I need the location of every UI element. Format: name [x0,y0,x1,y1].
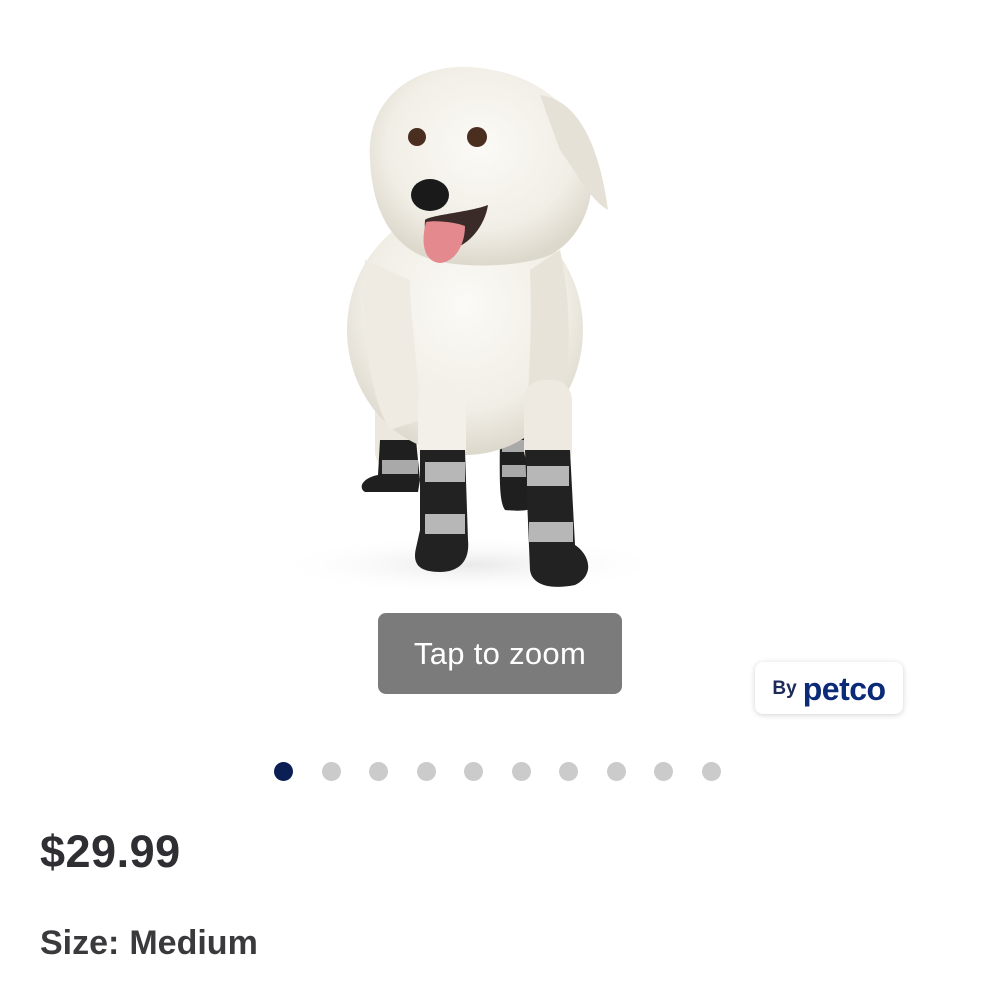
brand-logo-text: petco [802,670,886,707]
brand-prefix: By [772,678,797,699]
brand-badge: By petco [755,662,903,714]
carousel-dot-10[interactable] [701,762,721,781]
size-value: Medium [129,924,258,962]
product-price: $29.99 [40,826,181,877]
product-image-carousel[interactable]: Tap to zoom By petco [0,0,1000,745]
carousel-dot-6[interactable] [511,762,531,781]
carousel-dot-9[interactable] [654,762,673,781]
size-label: Size: [40,924,120,962]
carousel-dot-5[interactable] [464,762,483,781]
product-photo[interactable] [120,0,880,700]
carousel-dot-2[interactable] [321,762,341,781]
carousel-dot-1[interactable] [274,762,293,781]
carousel-dot-8[interactable] [606,762,626,781]
size-selection: Size: Medium [40,924,258,963]
carousel-pagination [274,762,734,782]
carousel-dot-7[interactable] [559,762,578,781]
carousel-dot-4[interactable] [416,762,436,781]
tap-to-zoom-button[interactable]: Tap to zoom [378,613,622,694]
product-page: Tap to zoom By petco $29.99 Size: Medium [0,0,1000,1000]
carousel-dot-3[interactable] [369,762,388,781]
